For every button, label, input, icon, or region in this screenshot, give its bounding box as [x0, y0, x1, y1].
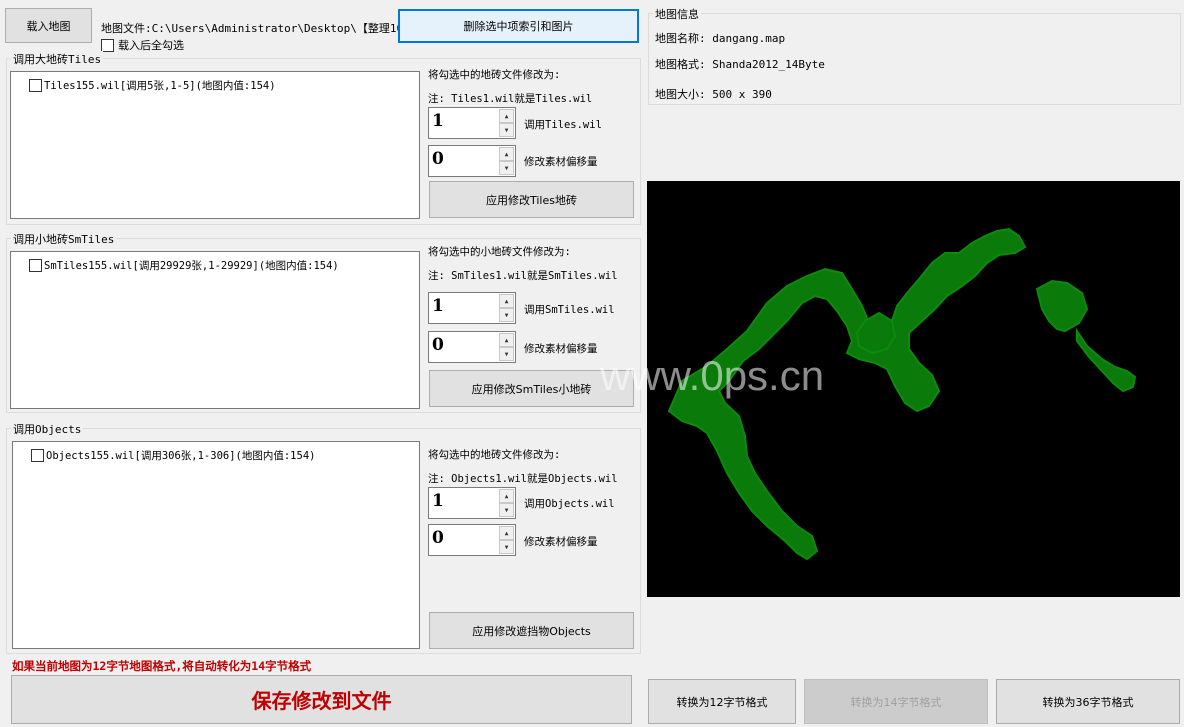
objects-modify-title: 将勾选中的地砖文件修改为: [428, 449, 561, 461]
down-arrow-icon[interactable]: ▼ [499, 540, 514, 554]
up-arrow-icon[interactable]: ▲ [499, 147, 514, 161]
format-warning: 如果当前地图为12字节地图格式,将自动转化为14字节格式 [12, 659, 312, 673]
up-arrow-icon[interactable]: ▲ [499, 333, 514, 347]
load-map-button[interactable]: 载入地图 [5, 8, 92, 43]
tiles-offset-value[interactable]: 0 [432, 149, 444, 169]
select-all-checkbox-label: 载入后全勾选 [118, 39, 184, 52]
objects-offset-value[interactable]: 0 [432, 528, 444, 548]
objects-file-stepper[interactable]: 1 ▲ ▼ [428, 487, 516, 519]
list-item-checkbox[interactable] [31, 449, 44, 462]
tiles-file-suffix: 调用Tiles.wil [524, 119, 602, 131]
objects-listbox[interactable]: Objects155.wil[调用306张,1-306](地图内值:154) [12, 441, 420, 649]
map-size-line: 地图大小: 500 x 390 [655, 88, 772, 101]
tiles-offset-label: 修改素材偏移量 [524, 156, 598, 168]
list-item[interactable]: Objects155.wil[调用306张,1-306](地图内值:154) [31, 448, 315, 463]
down-arrow-icon[interactable]: ▼ [499, 123, 514, 137]
list-item[interactable]: SmTiles155.wil[调用29929张,1-29929](地图内值:15… [29, 258, 339, 273]
up-arrow-icon[interactable]: ▲ [499, 294, 514, 308]
smtiles-file-stepper[interactable]: 1 ▲ ▼ [428, 292, 516, 324]
select-all-checkbox-box[interactable] [101, 38, 114, 52]
smtiles-note: 注: SmTiles1.wil就是SmTiles.wil [428, 270, 618, 282]
delete-selected-button[interactable]: 删除选中项索引和图片 [398, 9, 639, 43]
smtiles-offset-value[interactable]: 0 [432, 335, 444, 355]
select-all-checkbox[interactable]: 载入后全勾选 [101, 37, 184, 53]
down-arrow-icon[interactable]: ▼ [499, 161, 514, 175]
down-arrow-icon[interactable]: ▼ [499, 347, 514, 361]
objects-file-value[interactable]: 1 [432, 491, 444, 511]
smtiles-file-suffix: 调用SmTiles.wil [524, 304, 615, 316]
smtiles-listbox[interactable]: SmTiles155.wil[调用29929张,1-29929](地图内值:15… [10, 251, 420, 409]
tiles-listbox[interactable]: Tiles155.wil[调用5张,1-5](地图内值:154) [10, 71, 420, 219]
list-item-label: SmTiles155.wil[调用29929张,1-29929](地图内值:15… [44, 260, 339, 272]
apply-tiles-button[interactable]: 应用修改Tiles地砖 [429, 181, 634, 218]
save-to-file-button[interactable]: 保存修改到文件 [11, 675, 632, 724]
objects-group-title: 调用Objects [11, 421, 84, 437]
tiles-modify-title: 将勾选中的地砖文件修改为: [428, 69, 561, 81]
convert-36byte-button[interactable]: 转换为36字节格式 [996, 679, 1180, 724]
up-arrow-icon[interactable]: ▲ [499, 526, 514, 540]
list-item-checkbox[interactable] [29, 79, 42, 92]
objects-offset-stepper[interactable]: 0 ▲ ▼ [428, 524, 516, 556]
smtiles-group-title: 调用小地砖SmTiles [11, 231, 117, 247]
list-item-label: Tiles155.wil[调用5张,1-5](地图内值:154) [44, 80, 276, 92]
up-arrow-icon[interactable]: ▲ [499, 489, 514, 503]
watermark-text: www.0ps.cn [600, 352, 825, 399]
list-item[interactable]: Tiles155.wil[调用5张,1-5](地图内值:154) [29, 78, 276, 93]
list-item-label: Objects155.wil[调用306张,1-306](地图内值:154) [46, 450, 316, 462]
down-arrow-icon[interactable]: ▼ [499, 503, 514, 517]
smtiles-file-value[interactable]: 1 [432, 296, 444, 316]
objects-note: 注: Objects1.wil就是Objects.wil [428, 473, 618, 485]
tiles-file-value[interactable]: 1 [432, 111, 444, 131]
smtiles-offset-stepper[interactable]: 0 ▲ ▼ [428, 331, 516, 363]
convert-14byte-button: 转换为14字节格式 [804, 679, 988, 724]
down-arrow-icon[interactable]: ▼ [499, 308, 514, 322]
objects-file-suffix: 调用Objects.wil [524, 498, 615, 510]
tiles-offset-stepper[interactable]: 0 ▲ ▼ [428, 145, 516, 177]
smtiles-offset-label: 修改素材偏移量 [524, 343, 598, 355]
apply-objects-button[interactable]: 应用修改遮挡物Objects [429, 612, 634, 649]
objects-offset-label: 修改素材偏移量 [524, 536, 598, 548]
list-item-checkbox[interactable] [29, 259, 42, 272]
tiles-note: 注: Tiles1.wil就是Tiles.wil [428, 93, 593, 105]
map-info-group-title: 地图信息 [653, 6, 701, 22]
convert-12byte-button[interactable]: 转换为12字节格式 [648, 679, 796, 724]
map-file-label: 地图文件:C:\Users\Administrator\Desktop\【整理1… [101, 22, 415, 35]
map-format-line: 地图格式: Shanda2012_14Byte [655, 58, 825, 71]
map-name-line: 地图名称: dangang.map [655, 32, 786, 45]
up-arrow-icon[interactable]: ▲ [499, 109, 514, 123]
smtiles-modify-title: 将勾选中的小地砖文件修改为: [428, 246, 571, 258]
tiles-file-stepper[interactable]: 1 ▲ ▼ [428, 107, 516, 139]
tiles-group-title: 调用大地砖Tiles [11, 51, 104, 67]
